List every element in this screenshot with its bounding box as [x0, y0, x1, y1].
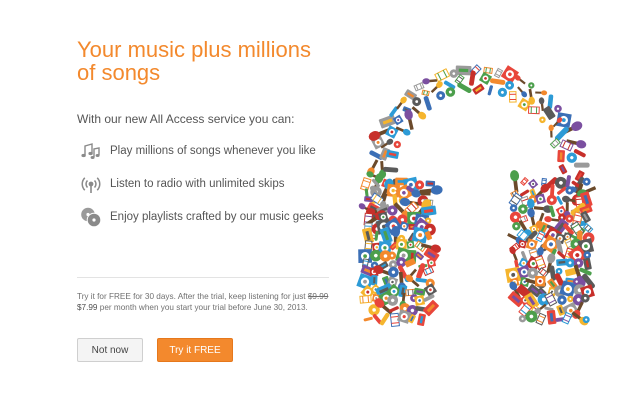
feature-label: Play millions of songs whenever you like [110, 145, 316, 157]
feature-label: Enjoy playlists crafted by our music gee… [110, 211, 324, 223]
records-icon [80, 206, 102, 228]
feature-item-playlists: Enjoy playlists crafted by our music gee… [80, 206, 323, 228]
offer-text: Try it for FREE for 30 days. After the t… [77, 291, 333, 313]
old-price: $9.99 [307, 292, 329, 301]
all-access-promo: Your music plus millions of songs With o… [0, 0, 620, 400]
feature-item-radio: Listen to radio with unlimited skips [80, 173, 323, 195]
radio-broadcast-icon [80, 173, 102, 195]
offer-tail: per month when you start your trial befo… [99, 303, 308, 312]
not-now-button[interactable]: Not now [77, 338, 143, 362]
feature-item-play: Play millions of songs whenever you like [80, 140, 323, 162]
feature-label: Listen to radio with unlimited skips [110, 178, 285, 190]
headphones-collage-icon [345, 58, 610, 338]
offer-lead: Try it for FREE for 30 days. After the t… [77, 292, 306, 301]
intro-text: With our new All Access service you can: [77, 112, 295, 126]
music-notes-icon [80, 140, 102, 162]
new-price: $7.99 [77, 303, 98, 312]
headline: Your music plus millions of songs [77, 37, 311, 85]
feature-list: Play millions of songs whenever you like… [80, 140, 323, 239]
divider [77, 277, 329, 278]
try-free-button[interactable]: Try it FREE [157, 338, 233, 362]
